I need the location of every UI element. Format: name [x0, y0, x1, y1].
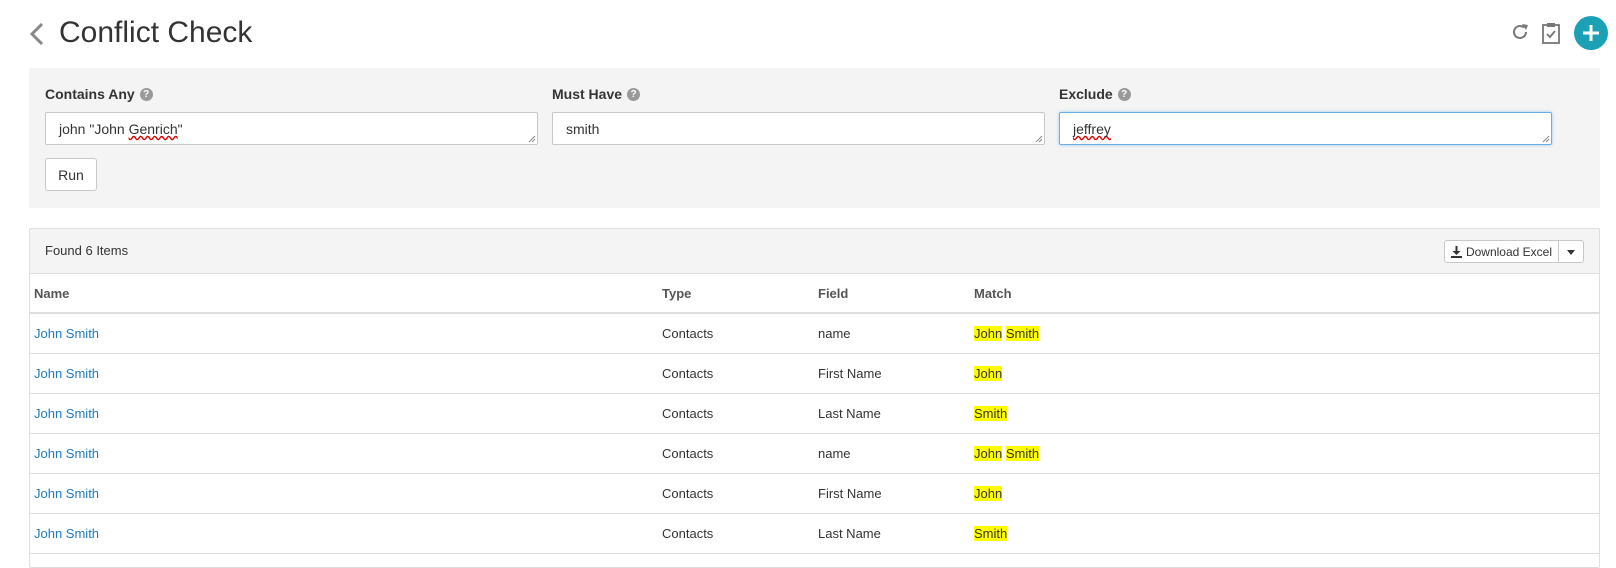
match-highlight: John: [974, 485, 1003, 501]
resize-grip-icon[interactable]: [1035, 135, 1043, 143]
cell-field: Last Name: [814, 513, 970, 554]
help-icon[interactable]: ?: [1117, 87, 1131, 101]
table-row: John Smith Contacts name John Smith: [30, 313, 1599, 354]
must-have-label-text: Must Have: [552, 86, 623, 102]
table-row: John Smith Contacts Last Name Smith: [30, 393, 1599, 434]
run-button[interactable]: Run: [45, 158, 97, 191]
exclude-value: jeffrey: [1073, 121, 1111, 137]
contact-name-link[interactable]: John Smith: [34, 486, 99, 501]
exclude-group: Exclude ? jeffrey: [1059, 84, 1552, 145]
page-title: Conflict Check: [59, 16, 253, 49]
cell-type: Contacts: [658, 433, 814, 474]
cell-name: John Smith: [30, 393, 658, 434]
cell-type: Contacts: [658, 513, 814, 554]
contains-any-label: Contains Any ?: [45, 84, 538, 104]
column-header-type[interactable]: Type: [658, 274, 814, 314]
cell-type: Contacts: [658, 353, 814, 394]
filter-panel: Contains Any ? john "John Genrich" Must …: [29, 68, 1600, 208]
match-highlight: John: [974, 365, 1003, 381]
cell-match: Smith: [970, 513, 1599, 554]
column-header-name[interactable]: Name: [30, 274, 658, 314]
add-button[interactable]: [1574, 16, 1608, 50]
cell-type: Contacts: [658, 313, 814, 354]
download-icon: [1450, 245, 1462, 258]
must-have-value: smith: [566, 121, 600, 137]
cell-match: John: [970, 473, 1599, 514]
cell-field: Last Name: [814, 393, 970, 434]
cell-name: John Smith: [30, 353, 658, 394]
match-highlight: John: [974, 445, 1003, 461]
contains-any-group: Contains Any ? john "John Genrich": [45, 84, 538, 145]
download-options-dropdown[interactable]: [1559, 240, 1584, 263]
help-icon[interactable]: ?: [627, 87, 641, 101]
chevron-left-icon[interactable]: [26, 20, 50, 48]
download-excel-button[interactable]: Download Excel: [1443, 240, 1559, 263]
exclude-input[interactable]: jeffrey: [1059, 112, 1552, 145]
column-header-field[interactable]: Field: [814, 274, 970, 314]
clipboard-check-icon[interactable]: [1541, 22, 1561, 44]
cell-field: First Name: [814, 473, 970, 514]
match-highlight: Smith: [974, 525, 1008, 541]
table-header-row: Name Type Field Match: [30, 274, 1599, 314]
exclude-label: Exclude ?: [1059, 84, 1552, 104]
match-highlight: Smith: [1005, 325, 1040, 341]
table-row: John Smith Contacts First Name John: [30, 473, 1599, 514]
table-row: John Smith Contacts Last Name Smith: [30, 513, 1599, 554]
download-button-group: Download Excel: [1443, 240, 1584, 263]
cell-type: Contacts: [658, 393, 814, 434]
refresh-icon[interactable]: [1510, 22, 1530, 42]
match-highlight: Smith: [1005, 445, 1040, 461]
cell-name: John Smith: [30, 433, 658, 474]
must-have-label: Must Have ?: [552, 84, 1045, 104]
exclude-label-text: Exclude: [1059, 86, 1113, 102]
must-have-group: Must Have ? smith: [552, 84, 1045, 145]
cell-match: John Smith: [970, 433, 1599, 474]
results-toolbar: Found 6 Items Download Excel: [30, 229, 1599, 274]
table-row: John Smith Contacts name John Smith: [30, 433, 1599, 474]
cell-match: John Smith: [970, 313, 1599, 354]
help-icon[interactable]: ?: [139, 87, 153, 101]
results-panel: Found 6 Items Download Excel Name Type F…: [29, 228, 1600, 568]
contact-name-link[interactable]: John Smith: [34, 366, 99, 381]
contains-any-input[interactable]: john "John Genrich": [45, 112, 538, 145]
resize-grip-icon[interactable]: [1542, 135, 1550, 143]
column-header-match[interactable]: Match: [970, 274, 1599, 314]
match-highlight: Smith: [974, 405, 1008, 421]
contact-name-link[interactable]: John Smith: [34, 526, 99, 541]
must-have-input[interactable]: smith: [552, 112, 1045, 145]
contains-any-label-text: Contains Any: [45, 86, 135, 102]
contact-name-link[interactable]: John Smith: [34, 406, 99, 421]
table-row: John Smith Contacts First Name John: [30, 353, 1599, 394]
contains-any-value-suffix: ": [177, 121, 183, 137]
cell-field: First Name: [814, 353, 970, 394]
results-count: Found 6 Items: [45, 243, 129, 258]
match-highlight: John: [974, 325, 1003, 341]
contact-name-link[interactable]: John Smith: [34, 446, 99, 461]
cell-field: name: [814, 433, 970, 474]
plus-icon: [1583, 25, 1599, 41]
cell-name: John Smith: [30, 313, 658, 354]
resize-grip-icon[interactable]: [528, 135, 536, 143]
cell-name: John Smith: [30, 513, 658, 554]
cell-type: Contacts: [658, 473, 814, 514]
contains-any-value-misspelled: Genrich: [128, 121, 178, 137]
cell-match: Smith: [970, 393, 1599, 434]
contains-any-value-prefix: john "John: [59, 121, 129, 137]
page-header: Conflict Check: [0, 0, 1616, 66]
contact-name-link[interactable]: John Smith: [34, 326, 99, 341]
cell-match: John: [970, 353, 1599, 394]
cell-name: John Smith: [30, 473, 658, 514]
cell-field: name: [814, 313, 970, 354]
results-table: Name Type Field Match John Smith Contacts…: [30, 274, 1599, 554]
results-table-body: John Smith Contacts name John Smith John Smi…: [30, 313, 1599, 554]
download-excel-label: Download Excel: [1465, 244, 1552, 259]
